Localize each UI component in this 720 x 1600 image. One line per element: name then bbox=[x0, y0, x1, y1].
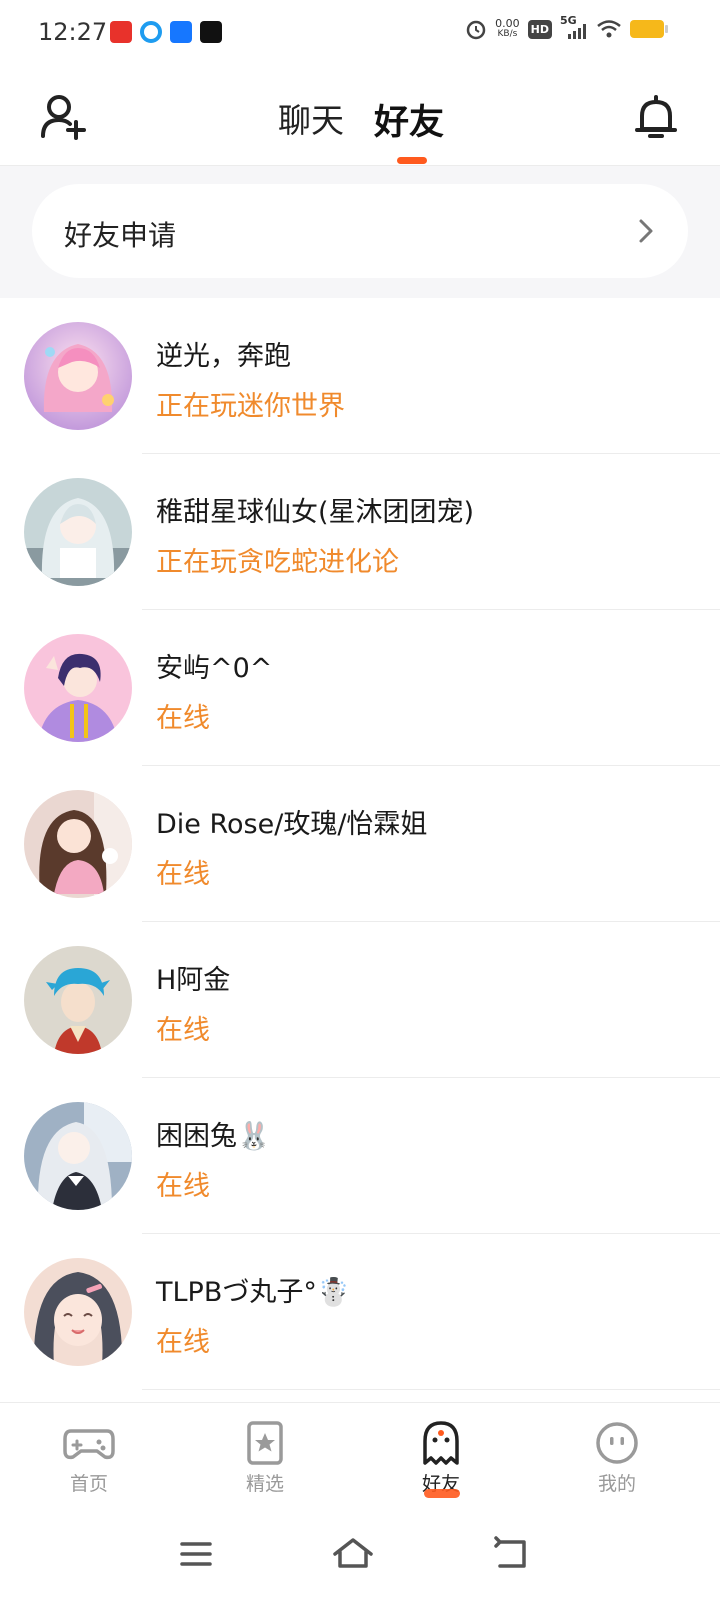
friend-name: 困困兔🐰 bbox=[156, 1121, 271, 1152]
friend-list: 逆光，奔跑 正在玩迷你世界 稚甜星球仙女(星沐团团宠) 正在玩贪吃蛇进化论 安屿… bbox=[0, 298, 720, 1390]
friend-request-button[interactable]: 好友申请 bbox=[32, 184, 688, 278]
top-bar: 聊天 好友 bbox=[0, 66, 720, 166]
friend-status: 在线 bbox=[156, 1015, 210, 1046]
friend-row[interactable]: 困困兔🐰 在线 bbox=[0, 1078, 720, 1234]
friend-name: TLPBづ丸子°☃️ bbox=[156, 1277, 351, 1308]
chevron-right-icon bbox=[639, 219, 653, 243]
nav-featured[interactable]: 精选 bbox=[215, 1421, 315, 1496]
tab-friends[interactable]: 好友 bbox=[374, 94, 444, 145]
add-person-icon bbox=[41, 95, 86, 140]
wifi-icon bbox=[597, 20, 621, 38]
friend-request-section: 好友申请 bbox=[0, 166, 720, 298]
star-card-icon bbox=[247, 1421, 283, 1465]
net-speed: 0.00 KB/s bbox=[495, 18, 520, 40]
active-tab-indicator bbox=[397, 157, 427, 164]
avatar[interactable] bbox=[24, 1102, 132, 1210]
alipay-app-icon bbox=[170, 21, 192, 43]
net-speed-value: 0.00 bbox=[495, 17, 520, 30]
status-bar: 12:27 0.00 KB/s HD 5G bbox=[0, 0, 720, 66]
friend-row[interactable]: 安屿^0^ 在线 bbox=[0, 610, 720, 766]
bottom-nav: 首页 精选 好友 我的 bbox=[0, 1402, 720, 1512]
gamepad-icon bbox=[63, 1429, 115, 1460]
divider bbox=[142, 1389, 720, 1390]
headline-app-icon bbox=[110, 21, 132, 43]
nav-home-label: 首页 bbox=[69, 1473, 108, 1495]
friend-request-label: 好友申请 bbox=[64, 219, 177, 252]
add-friend-button[interactable] bbox=[38, 92, 88, 142]
face-icon bbox=[596, 1422, 638, 1464]
friend-row[interactable]: H阿金 在线 bbox=[0, 922, 720, 1078]
avatar[interactable] bbox=[24, 790, 132, 898]
friend-name: 逆光，奔跑 bbox=[156, 341, 291, 372]
friend-status: 正在玩迷你世界 bbox=[156, 391, 345, 422]
status-right: 0.00 KB/s HD 5G bbox=[465, 14, 668, 40]
friend-status: 正在玩贪吃蛇进化论 bbox=[156, 547, 399, 578]
friend-name: Die Rose/玫瑰/怡霖姐 bbox=[156, 809, 428, 840]
signal-indicator: 5G bbox=[560, 14, 588, 40]
home-icon[interactable] bbox=[331, 1534, 375, 1574]
friend-status: 在线 bbox=[156, 859, 210, 890]
nav-active-indicator bbox=[424, 1489, 460, 1498]
tiktok-app-icon bbox=[200, 21, 222, 43]
net-speed-unit: KB/s bbox=[497, 29, 518, 39]
battery-icon bbox=[630, 20, 668, 38]
bell-icon bbox=[635, 95, 677, 138]
ghost-icon bbox=[423, 1421, 459, 1465]
friend-status: 在线 bbox=[156, 1171, 210, 1202]
tab-chat[interactable]: 聊天 bbox=[278, 94, 344, 142]
system-nav-bar bbox=[0, 1512, 720, 1600]
nav-me-label: 我的 bbox=[597, 1473, 636, 1495]
friend-status: 在线 bbox=[156, 1327, 210, 1358]
notification-button[interactable] bbox=[632, 92, 680, 142]
menu-icon[interactable] bbox=[174, 1534, 218, 1574]
friend-name: H阿金 bbox=[156, 965, 231, 996]
nav-featured-label: 精选 bbox=[245, 1473, 284, 1495]
avatar[interactable] bbox=[24, 478, 132, 586]
friend-row[interactable]: Die Rose/玫瑰/怡霖姐 在线 bbox=[0, 766, 720, 922]
alarm-icon bbox=[466, 20, 486, 40]
avatar[interactable] bbox=[24, 1258, 132, 1366]
friend-row[interactable]: 逆光，奔跑 正在玩迷你世界 bbox=[0, 298, 720, 454]
avatar[interactable] bbox=[24, 322, 132, 430]
status-time: 12:27 bbox=[38, 18, 108, 46]
nav-friends[interactable]: 好友 bbox=[391, 1421, 491, 1498]
friend-row[interactable]: 稚甜星球仙女(星沐团团宠) 正在玩贪吃蛇进化论 bbox=[0, 454, 720, 610]
friend-status: 在线 bbox=[156, 703, 210, 734]
friend-name: 安屿^0^ bbox=[156, 653, 273, 684]
avatar[interactable] bbox=[24, 634, 132, 742]
hd-badge: HD bbox=[527, 19, 552, 39]
browser-app-icon bbox=[140, 21, 162, 43]
nav-home[interactable]: 首页 bbox=[39, 1421, 139, 1496]
friend-row[interactable]: TLPBづ丸子°☃️ 在线 bbox=[0, 1234, 720, 1390]
signal-icon bbox=[568, 24, 586, 39]
friend-name: 稚甜星球仙女(星沐团团宠) bbox=[156, 497, 475, 528]
nav-me[interactable]: 我的 bbox=[567, 1421, 667, 1496]
back-icon[interactable] bbox=[488, 1534, 532, 1574]
avatar[interactable] bbox=[24, 946, 132, 1054]
